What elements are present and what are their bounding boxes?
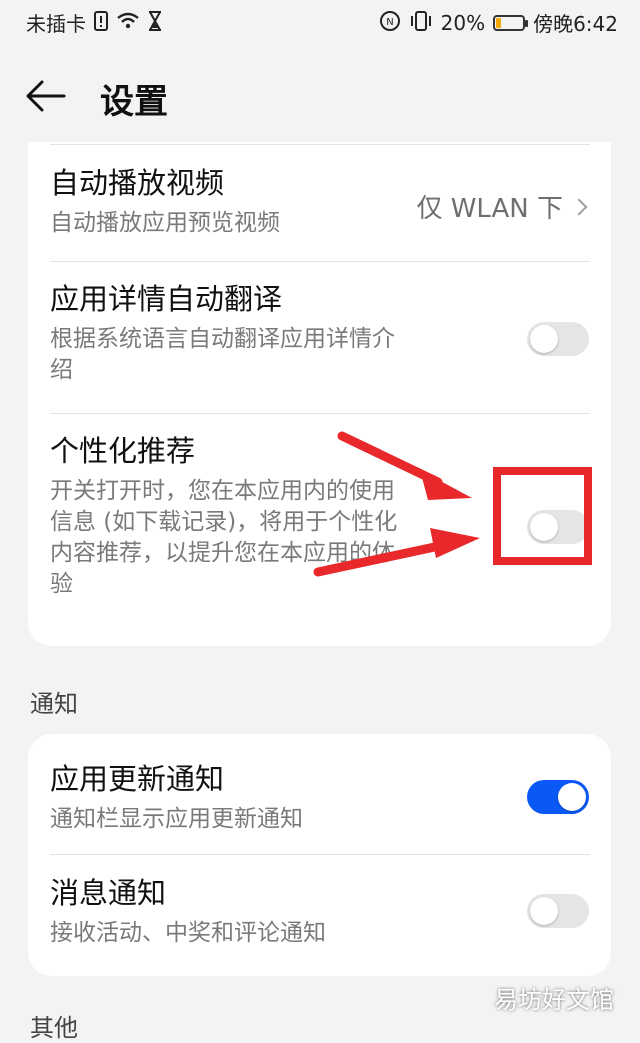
battery-icon — [493, 14, 529, 31]
back-button[interactable] — [24, 74, 74, 118]
vibrate-icon — [409, 11, 433, 34]
notifications-card: 应用更新通知 通知栏显示应用更新通知 消息通知 接收活动、中奖和评论通知 — [28, 734, 611, 976]
watermark-text: 易坊好文馆 — [494, 986, 614, 1014]
app-header: 设置 — [0, 60, 640, 132]
item-title: 消息通知 — [50, 876, 167, 910]
divider — [50, 144, 590, 145]
section-title-notifications: 通知 — [30, 690, 78, 718]
divider — [50, 261, 590, 262]
autoplay-value-text: 仅 WLAN 下 — [416, 194, 563, 224]
carrier-text: 未插卡 — [26, 12, 86, 36]
battery-fill — [496, 17, 502, 28]
clock: 傍晚6:42 — [533, 12, 618, 36]
item-subtitle-line: 绍 — [50, 357, 73, 383]
toggle-knob — [530, 897, 558, 925]
annotation-highlight-box — [493, 467, 592, 565]
divider — [50, 413, 590, 414]
chevron-right-icon — [570, 198, 588, 215]
divider — [50, 854, 590, 855]
message-notification-toggle[interactable] — [527, 894, 589, 928]
status-bar: 未插卡 N 20% 傍晚6:42 — [0, 0, 640, 44]
item-subtitle-line: 根据系统语言自动翻译应用详情介 — [50, 326, 395, 352]
hourglass-icon — [148, 11, 162, 34]
page-title: 设置 — [100, 82, 168, 122]
battery-percent: 20% — [440, 10, 486, 35]
toggle-knob — [558, 783, 586, 811]
item-subtitle: 通知栏显示应用更新通知 — [50, 806, 303, 832]
item-subtitle: 接收活动、中奖和评论通知 — [50, 920, 326, 946]
settings-card: 自动播放视频 自动播放应用预览视频 仅 WLAN 下 应用详情自动翻译 根据系统… — [28, 142, 611, 646]
status-right: N 20% 傍晚6:42 — [379, 8, 618, 37]
sim-alert-icon — [94, 11, 108, 34]
toggle-knob — [530, 325, 558, 353]
status-left: 未插卡 — [26, 8, 162, 37]
setting-auto-translate[interactable]: 应用详情自动翻译 根据系统语言自动翻译应用详情介 绍 — [50, 280, 590, 396]
update-notification-toggle[interactable] — [527, 780, 589, 814]
wifi-icon — [116, 11, 140, 34]
setting-update-notification[interactable]: 应用更新通知 通知栏显示应用更新通知 — [50, 760, 590, 856]
section-title-other: 其他 — [30, 1014, 78, 1042]
autoplay-value[interactable]: 仅 WLAN 下 — [416, 188, 588, 225]
setting-message-notification[interactable]: 消息通知 接收活动、中奖和评论通知 — [50, 874, 590, 970]
auto-translate-toggle[interactable] — [527, 322, 589, 356]
nfc-icon: N — [379, 10, 401, 35]
svg-text:N: N — [386, 17, 393, 28]
back-arrow-icon — [26, 80, 66, 112]
item-subtitle-line: 验 — [50, 571, 73, 597]
item-title: 应用详情自动翻译 — [50, 282, 283, 316]
item-title: 应用更新通知 — [50, 762, 225, 796]
item-title: 个性化推荐 — [50, 434, 196, 468]
